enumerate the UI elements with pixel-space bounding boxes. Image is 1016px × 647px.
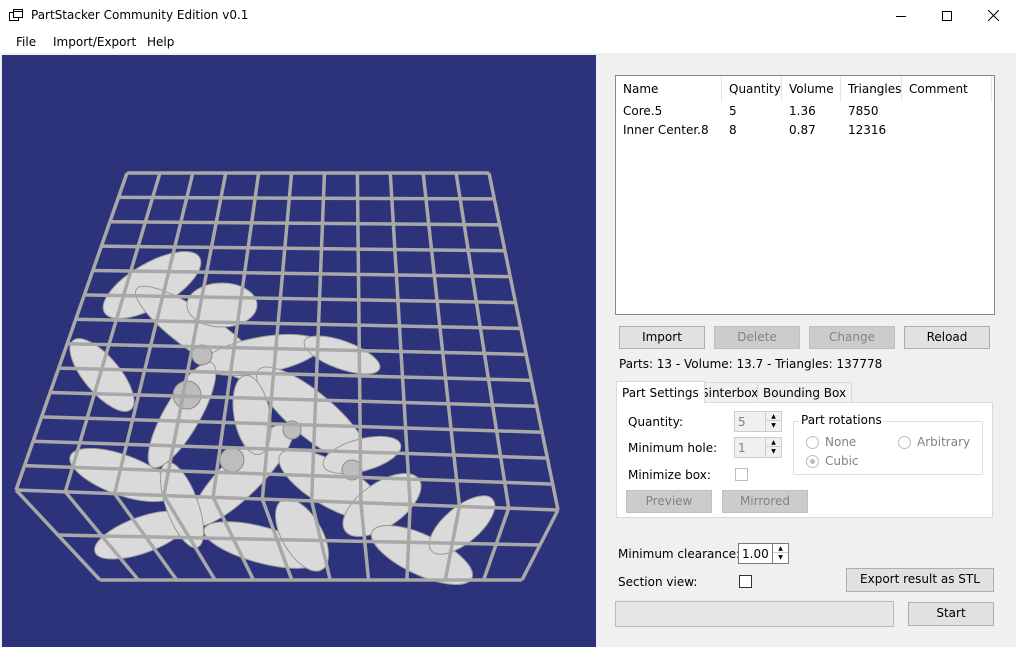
sinterbox-render [14,171,560,585]
table-row[interactable]: Core.5 5 1.36 7850 [616,102,994,121]
section-view-checkbox[interactable] [739,575,752,588]
change-button[interactable]: Change [809,326,895,349]
preview-button[interactable]: Preview [626,490,712,513]
menu-import-export[interactable]: Import/Export [53,35,136,49]
spin-up-icon[interactable]: ▲ [773,544,788,553]
quantity-label: Quantity: [628,415,684,429]
quantity-value: 5 [738,415,746,429]
menu-help[interactable]: Help [147,35,174,49]
minimum-clearance-spinner[interactable]: 1.00 ▲ ▼ [738,543,789,564]
spin-down-icon[interactable]: ▼ [773,553,788,562]
column-header-name[interactable]: Name [616,76,722,102]
minimize-box-checkbox[interactable] [735,468,748,481]
cage-bar [101,244,505,253]
maximize-icon [942,10,952,21]
title-bar: PartStacker Community Edition v0.1 [0,0,1016,31]
reload-button[interactable]: Reload [904,326,990,349]
minimize-icon [896,15,906,17]
import-button[interactable]: Import [619,326,705,349]
cage-bar [109,220,500,227]
column-header-triangles[interactable]: Triangles [841,76,902,102]
menu-bar: File Import/Export Help [0,31,1016,54]
window-title: PartStacker Community Edition v0.1 [31,8,249,22]
quantity-spinner[interactable]: 5 ▲ ▼ [734,411,782,432]
cell-quantity: 8 [729,123,737,137]
tab-bounding-box[interactable]: Bounding Box [757,382,853,402]
minimum-hole-value: 1 [738,441,746,455]
tab-sinterbox[interactable]: Sinterbox [695,382,765,402]
rotation-none-label: None [825,435,857,449]
rotation-cubic-label: Cubic [825,454,859,468]
3d-viewport[interactable] [2,55,596,647]
column-header-volume[interactable]: Volume [782,76,841,102]
start-button[interactable]: Start [908,602,994,626]
control-panel: Name Quantity Volume Triangles Comment C… [596,55,1016,647]
mirrored-button[interactable]: Mirrored [722,490,808,513]
maximize-button[interactable] [924,0,970,31]
tab-part-settings[interactable]: Part Settings [616,381,705,403]
cell-name: Inner Center.8 [623,123,709,137]
minimize-button[interactable] [878,0,924,31]
cage-bar [118,195,495,201]
column-header-comment[interactable]: Comment [902,76,992,102]
part-rotations-group: Part rotations None Arbitrary Cubic [793,413,983,475]
rotation-cubic-radio[interactable] [806,455,819,468]
close-icon [987,10,999,21]
spin-down-icon[interactable]: ▼ [766,447,781,456]
export-stl-button[interactable]: Export result as STL [846,568,994,592]
cell-triangles: 12316 [848,123,887,137]
minimize-box-label: Minimize box: [628,468,711,482]
minimum-hole-label: Minimum hole: [628,441,718,455]
cage-bar [75,317,521,331]
section-view-label: Section view: [618,575,698,589]
app-window-icon [9,9,23,21]
rotation-none-radio[interactable] [806,436,819,449]
spin-up-icon[interactable]: ▲ [766,412,781,421]
minimum-clearance-value[interactable]: 1.00 [742,547,769,561]
rotation-arbitrary-label: Arbitrary [917,435,971,449]
minimum-clearance-label: Minimum clearance: [618,547,741,561]
spin-up-icon[interactable]: ▲ [766,438,781,447]
table-row[interactable]: Inner Center.8 8 0.87 12316 [616,121,994,140]
table-header: Name Quantity Volume Triangles Comment [616,76,994,102]
cell-triangles: 7850 [848,104,879,118]
part-rotations-title: Part rotations [799,413,884,427]
progress-bar [615,601,894,627]
rotation-arbitrary-radio[interactable] [898,436,911,449]
menu-file[interactable]: File [16,35,36,49]
close-button[interactable] [970,0,1016,31]
parts-summary: Parts: 13 - Volume: 13.7 - Triangles: 13… [619,357,883,371]
cell-comment [902,102,909,121]
cell-volume: 1.36 [789,104,816,118]
column-header-quantity[interactable]: Quantity [722,76,782,102]
spin-down-icon[interactable]: ▼ [766,421,781,430]
cell-name: Core.5 [623,104,663,118]
cell-comment [902,121,909,140]
part-settings-panel: Quantity: 5 ▲ ▼ Minimum hole: 1 ▲ ▼ Mini… [616,402,993,518]
cell-quantity: 5 [729,104,737,118]
cell-volume: 0.87 [789,123,816,137]
minimum-hole-spinner[interactable]: 1 ▲ ▼ [734,437,782,458]
delete-button[interactable]: Delete [714,326,800,349]
part-hole [219,447,245,473]
parts-table[interactable]: Name Quantity Volume Triangles Comment C… [615,75,995,315]
